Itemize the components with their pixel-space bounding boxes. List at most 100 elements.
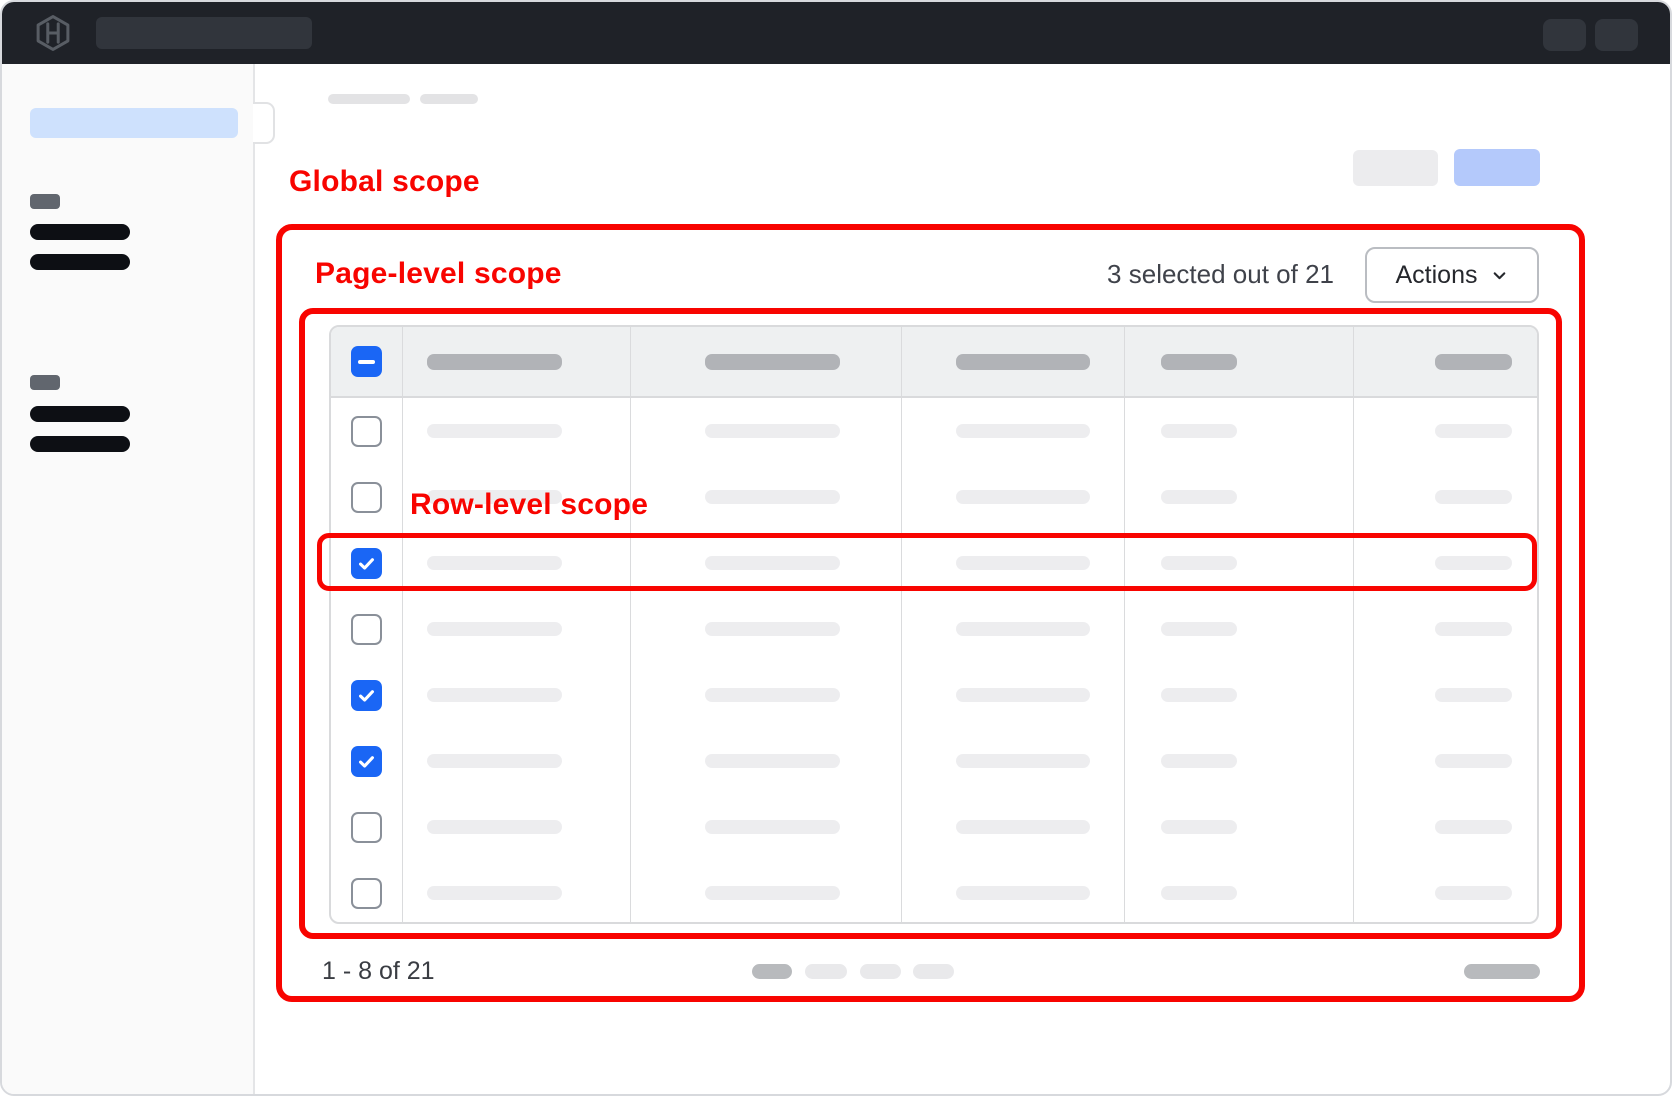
table-cell (631, 860, 902, 924)
cell-skeleton (427, 424, 562, 438)
table-row-in-row-scope (331, 530, 1537, 596)
cell-skeleton (705, 556, 840, 570)
selection-summary: 3 selected out of 21 (1002, 259, 1334, 290)
table-cell (1354, 464, 1537, 530)
table-cell (902, 728, 1125, 794)
cell-skeleton (705, 886, 840, 900)
table-header-cell (403, 327, 631, 396)
table-row (331, 398, 1537, 464)
table-cell (1354, 728, 1537, 794)
table-header-row (331, 327, 1537, 398)
cell-skeleton (427, 556, 562, 570)
table-row (331, 728, 1537, 794)
app-window: Global scope Page-level scope Row-level … (0, 0, 1672, 1096)
table-cell (1354, 662, 1537, 728)
cell-skeleton (427, 754, 562, 768)
cell-skeleton (427, 688, 562, 702)
cell-skeleton (1435, 754, 1512, 768)
cell-skeleton (1435, 622, 1512, 636)
table-cell (631, 596, 902, 662)
table-cell (403, 398, 631, 464)
table-cell (403, 794, 631, 860)
sidebar-nav-item-skeleton[interactable] (30, 224, 130, 240)
table-cell (631, 530, 902, 596)
cell-skeleton (1161, 886, 1237, 900)
row-checkbox[interactable] (351, 878, 382, 909)
cell-skeleton (1161, 754, 1237, 768)
row-checkbox[interactable] (351, 614, 382, 645)
cell-skeleton (1435, 886, 1512, 900)
table-cell (1125, 728, 1353, 794)
table-cell (403, 860, 631, 924)
primary-button-skeleton[interactable] (1454, 149, 1540, 186)
row-checkbox-cell (331, 860, 403, 924)
table-cell (1125, 596, 1353, 662)
column-header-skeleton (1161, 354, 1237, 370)
table-cell (902, 530, 1125, 596)
breadcrumb-skeleton[interactable] (328, 94, 410, 104)
table-cell (902, 464, 1125, 530)
pagination-page-skeleton[interactable] (805, 964, 847, 979)
sidebar-nav-item-skeleton[interactable] (30, 436, 130, 452)
cell-skeleton (956, 754, 1090, 768)
pagination-next-skeleton[interactable] (1464, 964, 1540, 979)
row-checkbox[interactable] (351, 548, 382, 579)
cell-skeleton (705, 754, 840, 768)
cell-skeleton (956, 490, 1090, 504)
sidebar-nav-item-skeleton[interactable] (30, 406, 130, 422)
sidebar-section-label-skeleton (30, 375, 60, 390)
row-checkbox[interactable] (351, 680, 382, 711)
table-cell (1125, 398, 1353, 464)
cell-skeleton (1161, 622, 1237, 636)
cell-skeleton (956, 424, 1090, 438)
sidebar-collapse-handle[interactable] (253, 102, 275, 144)
cell-skeleton (705, 688, 840, 702)
breadcrumb-skeleton[interactable] (420, 94, 478, 104)
topbar-user-menu-button[interactable] (1595, 19, 1638, 51)
row-checkbox[interactable] (351, 812, 382, 843)
cell-skeleton (427, 622, 562, 636)
chevron-down-icon (1491, 267, 1508, 284)
cell-skeleton (956, 886, 1090, 900)
table-cell (1125, 530, 1353, 596)
table-cell (403, 662, 631, 728)
cell-skeleton (705, 424, 840, 438)
select-all-checkbox[interactable] (351, 346, 382, 377)
row-checkbox-cell (331, 530, 403, 596)
topbar-help-button[interactable] (1543, 19, 1586, 51)
cell-skeleton (1161, 820, 1237, 834)
row-checkbox-cell (331, 596, 403, 662)
pagination-page-skeleton[interactable] (860, 964, 901, 979)
actions-dropdown-button[interactable]: Actions (1365, 247, 1539, 303)
row-checkbox[interactable] (351, 482, 382, 513)
table-cell (902, 596, 1125, 662)
table-cell (403, 728, 631, 794)
table-header-cell (631, 327, 902, 396)
secondary-button-skeleton[interactable] (1353, 150, 1438, 186)
search-input[interactable] (96, 17, 312, 49)
cell-skeleton (705, 820, 840, 834)
table-cell (1125, 464, 1353, 530)
cell-skeleton (1435, 424, 1512, 438)
pagination-page-skeleton[interactable] (913, 964, 954, 979)
sidebar-nav-item-skeleton[interactable] (30, 254, 130, 270)
cell-skeleton (956, 556, 1090, 570)
sidebar-active-item-skeleton[interactable] (30, 108, 238, 138)
column-header-skeleton (956, 354, 1090, 370)
cell-skeleton (427, 886, 562, 900)
cell-skeleton (1435, 556, 1512, 570)
table-header-checkbox-cell (331, 327, 403, 396)
table-cell (902, 794, 1125, 860)
table-cell (1125, 794, 1353, 860)
check-icon (357, 554, 376, 573)
data-table (329, 325, 1539, 924)
table-header-cell (1354, 327, 1537, 396)
table-body (331, 398, 1537, 924)
row-checkbox[interactable] (351, 746, 382, 777)
pagination-range-label: 1 - 8 of 21 (322, 957, 435, 986)
table-cell (631, 728, 902, 794)
cell-skeleton (1161, 490, 1237, 504)
row-checkbox[interactable] (351, 416, 382, 447)
pagination-prev-skeleton[interactable] (752, 964, 792, 979)
cell-skeleton (1161, 556, 1237, 570)
